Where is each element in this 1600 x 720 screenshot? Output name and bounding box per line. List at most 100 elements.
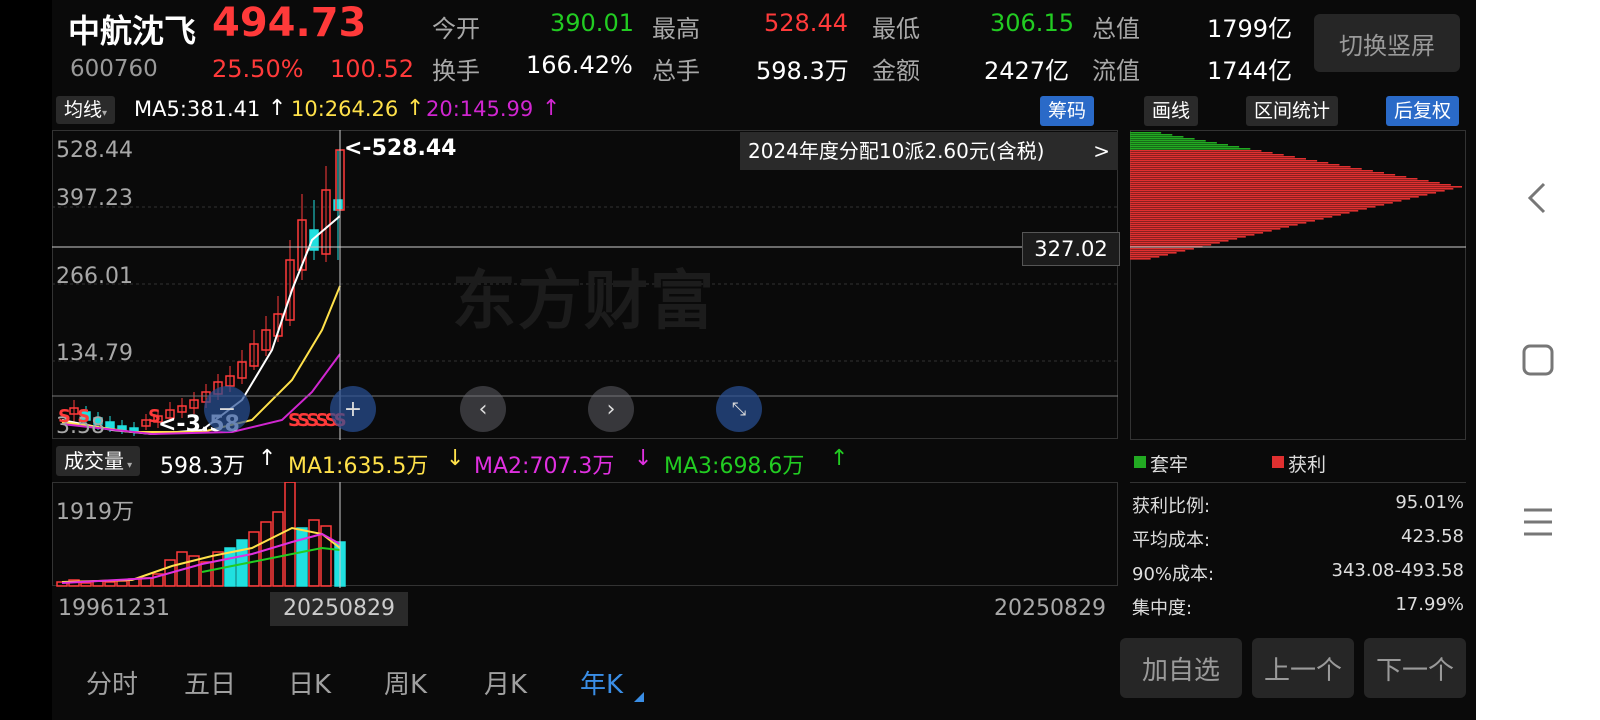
- sell-marker-left: S S: [58, 406, 91, 427]
- amount-label: 金额: [872, 57, 920, 85]
- chip-bar: [1130, 144, 1228, 146]
- volume-axis-max: 1919万: [56, 500, 134, 525]
- tab-five-day[interactable]: 五日: [184, 664, 236, 701]
- home-icon[interactable]: [1520, 342, 1556, 378]
- chip-stat-row: 获利比例: 95.01%: [1132, 492, 1464, 518]
- price-axis-label: 528.44: [56, 138, 133, 163]
- chip-bar: [1130, 186, 1462, 188]
- chip-bar: [1130, 218, 1324, 220]
- switch-portrait-button[interactable]: 切换竖屏: [1314, 14, 1460, 72]
- tab-monthly[interactable]: 月K: [484, 664, 527, 701]
- volume-selector[interactable]: 成交量 ▾: [56, 446, 141, 476]
- chip-bar: [1130, 156, 1295, 158]
- price-axis-label: 266.01: [56, 264, 133, 289]
- chip-bar: [1130, 220, 1315, 222]
- volume-selector-label: 成交量: [64, 449, 124, 473]
- chip-bars: [1130, 132, 1462, 260]
- chip-bar: [1130, 236, 1246, 238]
- volume-bar: [308, 519, 320, 587]
- zoom-out-button[interactable]: −: [204, 386, 250, 432]
- chip-bar: [1130, 228, 1281, 230]
- chip-bar: [1130, 204, 1385, 206]
- volume-chart[interactable]: [52, 482, 1118, 588]
- menu-icon[interactable]: [1520, 504, 1556, 540]
- chip-bar: [1130, 174, 1396, 176]
- change-pct: 25.50%: [212, 55, 304, 83]
- dropdown-icon: ▾: [124, 460, 133, 471]
- chip-bar: [1130, 200, 1402, 202]
- tab-daily[interactable]: 日K: [288, 664, 331, 701]
- volume-arrow: ↑: [258, 446, 277, 471]
- ma-selector[interactable]: 均线▾: [56, 96, 116, 124]
- vol-ma1-arrow: ↓: [446, 446, 465, 471]
- chip-bar: [1130, 178, 1418, 180]
- collapse-icon: ⤡: [731, 398, 747, 420]
- volume-value: 598.3万: [756, 57, 849, 85]
- dividend-notice[interactable]: 2024年度分配10派2.60元(含税) >: [740, 132, 1118, 170]
- chip-bar: [1130, 166, 1351, 168]
- chip-bar: [1130, 196, 1419, 198]
- stock-price: 494.73: [212, 0, 367, 46]
- previous-button[interactable]: 上一个: [1252, 638, 1354, 698]
- dropdown-icon: ▾: [102, 108, 108, 119]
- adjust-button[interactable]: 后复权: [1386, 96, 1460, 126]
- chip-bar: [1130, 256, 1160, 258]
- chip-bar: [1130, 212, 1350, 214]
- ma10-value: 10:264.26: [291, 97, 399, 121]
- volume-label: 总手: [652, 57, 700, 85]
- collapse-button[interactable]: ⤡: [716, 386, 762, 432]
- volume-bar: [116, 580, 128, 587]
- chip-bar: [1130, 160, 1318, 162]
- chip-bar: [1130, 132, 1162, 134]
- stock-code: 600760: [70, 56, 158, 82]
- legend-trapped-swatch: [1134, 456, 1146, 468]
- stat-value: 17.99%: [1395, 594, 1464, 615]
- chip-bar: [1130, 252, 1177, 254]
- range-stats-button[interactable]: 区间统计: [1246, 96, 1339, 126]
- tab-yearly[interactable]: 年K: [580, 664, 623, 701]
- chip-bar: [1130, 176, 1407, 178]
- chip-tab[interactable]: 筹码: [1040, 96, 1095, 126]
- chip-bar: [1130, 254, 1168, 256]
- chip-bar: [1130, 194, 1428, 196]
- total-cap-value: 1799亿: [1207, 15, 1293, 43]
- zoom-in-button[interactable]: +: [330, 386, 376, 432]
- ma5-arrow: ↑: [268, 96, 287, 121]
- back-icon[interactable]: [1520, 180, 1556, 216]
- plus-icon: +: [343, 396, 363, 422]
- stat-label: 集中度:: [1132, 598, 1193, 619]
- chip-bar: [1130, 162, 1329, 164]
- volume-current: 598.3万: [160, 454, 245, 479]
- chip-bar: [1130, 148, 1251, 150]
- ma20-arrow: ↑: [542, 96, 561, 121]
- next-button[interactable]: 下一个: [1364, 638, 1466, 698]
- chip-bar: [1130, 248, 1194, 250]
- tab-weekly[interactable]: 周K: [384, 664, 427, 701]
- chip-bar: [1130, 190, 1445, 192]
- chip-distribution-chart: [1130, 130, 1466, 440]
- legend-profit: 获利: [1288, 454, 1327, 476]
- chip-bar: [1130, 206, 1376, 208]
- chip-bar: [1130, 198, 1411, 200]
- add-watchlist-button[interactable]: 加自选: [1120, 638, 1242, 698]
- scroll-left-button[interactable]: ‹: [460, 386, 506, 432]
- chip-bar: [1130, 146, 1240, 148]
- chevron-right-icon: >: [1093, 139, 1110, 163]
- crosshair-price-tag: 327.02: [1022, 232, 1120, 266]
- chip-stat-row: 90%成本: 343.08-493.58: [1132, 560, 1464, 586]
- draw-line-button[interactable]: 画线: [1144, 96, 1199, 126]
- chip-bar: [1130, 158, 1306, 160]
- watermark: 东方财富: [452, 265, 716, 339]
- scroll-right-button[interactable]: ›: [588, 386, 634, 432]
- candle-body: [105, 421, 115, 429]
- chip-bar: [1130, 202, 1393, 204]
- tab-intraday[interactable]: 分时: [86, 664, 138, 701]
- turnover-value: 166.42%: [526, 51, 633, 79]
- turnover-label: 换手: [432, 57, 480, 85]
- chip-bar: [1130, 142, 1217, 144]
- stat-label: 90%成本:: [1132, 564, 1215, 585]
- chip-bar: [1130, 242, 1220, 244]
- chevron-left-icon: ‹: [478, 396, 488, 422]
- stat-value: 343.08-493.58: [1331, 560, 1464, 581]
- change-value: 100.52: [330, 55, 414, 83]
